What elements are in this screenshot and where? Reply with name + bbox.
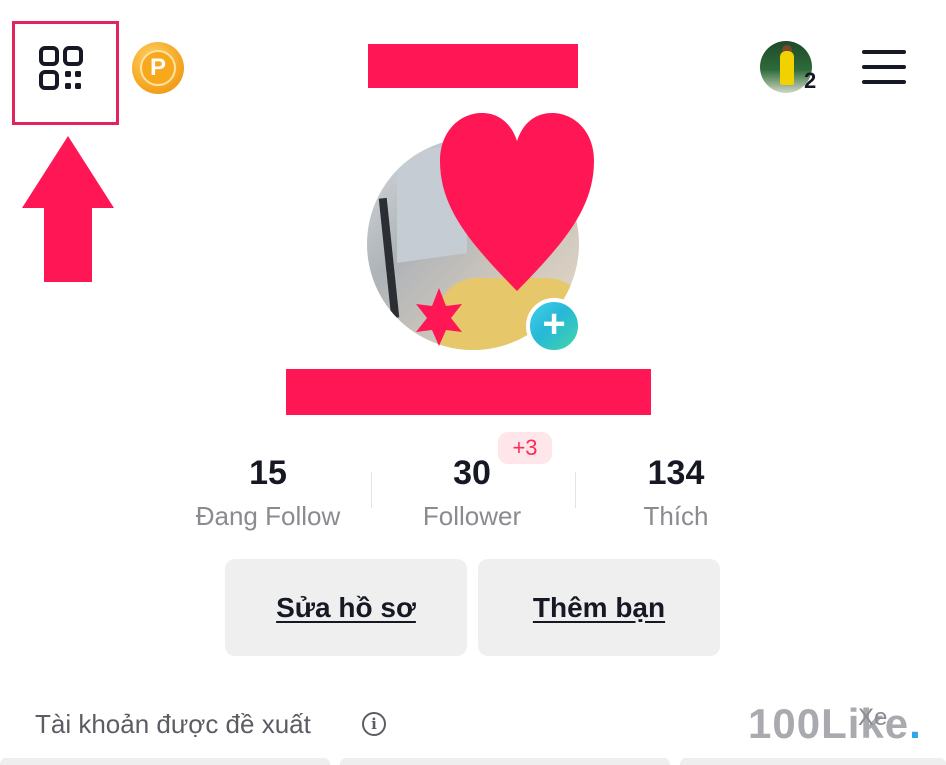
stat-likes[interactable]: 134 Thích	[566, 452, 786, 532]
watermark-text: 100Like	[748, 700, 910, 747]
star-badge-icon	[416, 288, 462, 346]
suggested-accounts-title: Tài khoản được đề xuất	[35, 709, 311, 739]
info-icon[interactable]: i	[362, 712, 386, 736]
new-followers-badge: +3	[498, 432, 552, 464]
redacted-display-name	[286, 369, 651, 415]
following-label: Đang Follow	[195, 501, 341, 531]
plus-icon: +	[542, 302, 566, 346]
coin-icon[interactable]: P	[132, 42, 184, 94]
menu-icon[interactable]	[862, 50, 906, 84]
add-avatar-button[interactable]: +	[526, 298, 582, 354]
watermark-dot: .	[909, 700, 922, 747]
likes-count: 134	[647, 454, 705, 492]
watermark-logo: 100Like.	[748, 700, 922, 748]
suggested-card[interactable]	[340, 758, 670, 765]
followers-label: Follower	[422, 501, 522, 531]
account-count: 2	[804, 68, 817, 93]
stat-following[interactable]: 15 Đang Follow	[158, 452, 378, 532]
likes-label: Thích	[643, 501, 709, 531]
suggested-card[interactable]	[0, 758, 330, 765]
coin-letter: P	[140, 50, 176, 86]
following-count: 15	[249, 454, 287, 492]
up-arrow-icon	[22, 136, 114, 282]
edit-profile-button[interactable]: Sửa hồ sơ	[225, 559, 467, 656]
suggested-card[interactable]	[680, 758, 946, 765]
qr-code-icon[interactable]	[38, 45, 84, 91]
heart-sticker-icon	[440, 113, 594, 291]
redacted-username	[368, 44, 578, 88]
stat-followers[interactable]: 30 Follower	[362, 452, 582, 532]
add-friends-button[interactable]: Thêm bạn	[478, 559, 720, 656]
